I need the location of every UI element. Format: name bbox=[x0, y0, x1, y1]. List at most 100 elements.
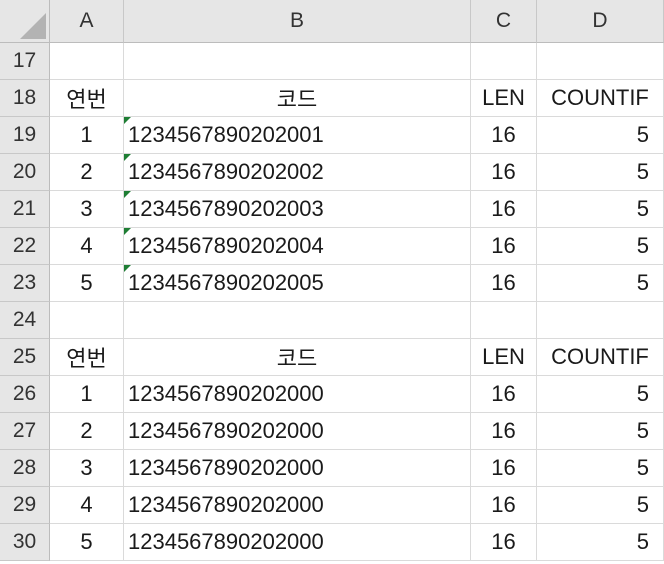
cell-b19[interactable]: 1234567890202001 bbox=[124, 117, 471, 154]
number-as-text-warning-icon bbox=[124, 117, 131, 124]
cell-d30[interactable]: 5 bbox=[537, 524, 664, 561]
cell-a28[interactable]: 3 bbox=[50, 450, 124, 487]
cell-b22[interactable]: 1234567890202004 bbox=[124, 228, 471, 265]
row-header-25[interactable]: 25 bbox=[0, 339, 50, 376]
cell-value: 16 bbox=[491, 233, 516, 258]
cell-a26[interactable]: 1 bbox=[50, 376, 124, 413]
cell-c27[interactable]: 16 bbox=[471, 413, 537, 450]
row-header-18[interactable]: 18 bbox=[0, 80, 50, 117]
cell-value: 2 bbox=[80, 159, 93, 184]
cell-c21[interactable]: 16 bbox=[471, 191, 537, 228]
cell-d25[interactable]: COUNTIF bbox=[537, 339, 664, 376]
cell-c30[interactable]: 16 bbox=[471, 524, 537, 561]
cell-value: 16 bbox=[491, 492, 516, 517]
row-header-21[interactable]: 21 bbox=[0, 191, 50, 228]
cell-a17[interactable] bbox=[50, 43, 124, 80]
cell-a30[interactable]: 5 bbox=[50, 524, 124, 561]
cell-value: 5 bbox=[636, 270, 649, 295]
cell-value: 16 bbox=[491, 159, 516, 184]
row-header-27[interactable]: 27 bbox=[0, 413, 50, 450]
column-header-c[interactable]: C bbox=[471, 0, 537, 43]
row-header-17[interactable]: 17 bbox=[0, 43, 50, 80]
cell-value: 5 bbox=[636, 233, 649, 258]
cell-b25[interactable]: 코드 bbox=[124, 339, 471, 376]
cell-c18[interactable]: LEN bbox=[471, 80, 537, 117]
select-all-corner[interactable] bbox=[0, 0, 50, 43]
cell-d19[interactable]: 5 bbox=[537, 117, 664, 154]
cell-b27[interactable]: 1234567890202000 bbox=[124, 413, 471, 450]
cell-d18[interactable]: COUNTIF bbox=[537, 80, 664, 117]
cell-value: 5 bbox=[636, 381, 649, 406]
cell-value: 연번 bbox=[66, 346, 107, 371]
cell-value: 1234567890202000 bbox=[128, 492, 324, 517]
row-header-24[interactable]: 24 bbox=[0, 302, 50, 339]
cell-b23[interactable]: 1234567890202005 bbox=[124, 265, 471, 302]
column-header-a[interactable]: A bbox=[50, 0, 124, 43]
cell-d26[interactable]: 5 bbox=[537, 376, 664, 413]
cell-b24[interactable] bbox=[124, 302, 471, 339]
cell-b26[interactable]: 1234567890202000 bbox=[124, 376, 471, 413]
cell-b29[interactable]: 1234567890202000 bbox=[124, 487, 471, 524]
cell-b30[interactable]: 1234567890202000 bbox=[124, 524, 471, 561]
cell-d20[interactable]: 5 bbox=[537, 154, 664, 191]
cell-value: 5 bbox=[636, 196, 649, 221]
cell-c23[interactable]: 16 bbox=[471, 265, 537, 302]
cell-value: 5 bbox=[80, 270, 93, 295]
cell-value: 3 bbox=[80, 196, 93, 221]
cell-value: 5 bbox=[636, 455, 649, 480]
row-header-23[interactable]: 23 bbox=[0, 265, 50, 302]
cell-b18[interactable]: 코드 bbox=[124, 80, 471, 117]
row-header-20[interactable]: 20 bbox=[0, 154, 50, 191]
cell-c17[interactable] bbox=[471, 43, 537, 80]
cell-a27[interactable]: 2 bbox=[50, 413, 124, 450]
cell-b17[interactable] bbox=[124, 43, 471, 80]
cell-c28[interactable]: 16 bbox=[471, 450, 537, 487]
row-header-22[interactable]: 22 bbox=[0, 228, 50, 265]
cell-d21[interactable]: 5 bbox=[537, 191, 664, 228]
cell-c20[interactable]: 16 bbox=[471, 154, 537, 191]
cell-d22[interactable]: 5 bbox=[537, 228, 664, 265]
cell-value: 1234567890202003 bbox=[128, 196, 324, 221]
cell-a29[interactable]: 4 bbox=[50, 487, 124, 524]
cell-c22[interactable]: 16 bbox=[471, 228, 537, 265]
cell-b20[interactable]: 1234567890202002 bbox=[124, 154, 471, 191]
cell-value: 16 bbox=[491, 122, 516, 147]
column-header-d[interactable]: D bbox=[537, 0, 664, 43]
cell-value: 5 bbox=[636, 529, 649, 554]
cell-c24[interactable] bbox=[471, 302, 537, 339]
cell-d27[interactable]: 5 bbox=[537, 413, 664, 450]
cell-a21[interactable]: 3 bbox=[50, 191, 124, 228]
cell-c29[interactable]: 16 bbox=[471, 487, 537, 524]
cell-value: 5 bbox=[636, 418, 649, 443]
row-header-30[interactable]: 30 bbox=[0, 524, 50, 561]
cell-d17[interactable] bbox=[537, 43, 664, 80]
cell-value: 4 bbox=[80, 492, 93, 517]
cell-c26[interactable]: 16 bbox=[471, 376, 537, 413]
cell-value: 3 bbox=[80, 455, 93, 480]
cell-a20[interactable]: 2 bbox=[50, 154, 124, 191]
cell-value: 1 bbox=[80, 122, 93, 147]
cell-c19[interactable]: 16 bbox=[471, 117, 537, 154]
cell-d23[interactable]: 5 bbox=[537, 265, 664, 302]
cell-a24[interactable] bbox=[50, 302, 124, 339]
row-header-28[interactable]: 28 bbox=[0, 450, 50, 487]
cell-a19[interactable]: 1 bbox=[50, 117, 124, 154]
spreadsheet-grid[interactable]: A B C D 17 18 연번 코드 LEN COUNTIF 19 1 12345678902… bbox=[0, 0, 664, 564]
row-header-29[interactable]: 29 bbox=[0, 487, 50, 524]
cell-d28[interactable]: 5 bbox=[537, 450, 664, 487]
cell-d24[interactable] bbox=[537, 302, 664, 339]
cell-a18[interactable]: 연번 bbox=[50, 80, 124, 117]
column-header-b[interactable]: B bbox=[124, 0, 471, 43]
row-header-26[interactable]: 26 bbox=[0, 376, 50, 413]
cell-b21[interactable]: 1234567890202003 bbox=[124, 191, 471, 228]
cell-a23[interactable]: 5 bbox=[50, 265, 124, 302]
cell-a22[interactable]: 4 bbox=[50, 228, 124, 265]
cell-value: COUNTIF bbox=[551, 85, 649, 110]
cell-value: 1 bbox=[80, 381, 93, 406]
row-header-19[interactable]: 19 bbox=[0, 117, 50, 154]
number-as-text-warning-icon bbox=[124, 191, 131, 198]
cell-d29[interactable]: 5 bbox=[537, 487, 664, 524]
cell-a25[interactable]: 연번 bbox=[50, 339, 124, 376]
cell-c25[interactable]: LEN bbox=[471, 339, 537, 376]
cell-b28[interactable]: 1234567890202000 bbox=[124, 450, 471, 487]
